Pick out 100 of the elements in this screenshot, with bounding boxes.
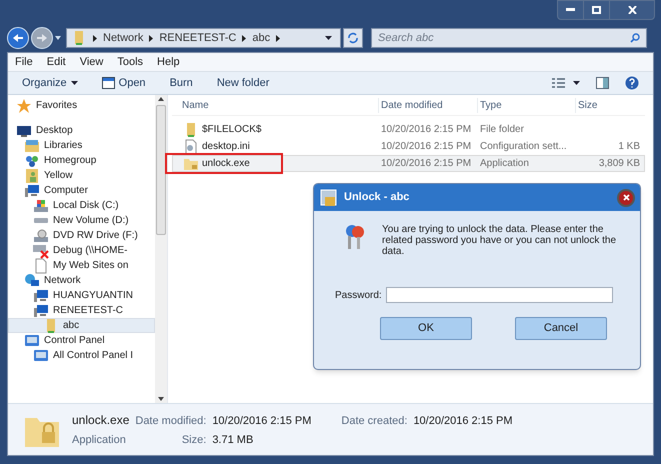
menu-item[interactable]: View bbox=[80, 54, 104, 70]
password-label: Password: bbox=[335, 288, 382, 302]
field-label: Size: bbox=[182, 433, 206, 448]
field-value: 10/20/2016 2:15 PM bbox=[212, 414, 312, 428]
nav-item[interactable]: Yellow bbox=[8, 168, 155, 183]
toolbar-button[interactable]: Organize bbox=[22, 74, 78, 92]
nav-item[interactable]: HUANGYUANTIN bbox=[8, 288, 155, 303]
address-bar[interactable]: Network RENEETEST-C abc bbox=[66, 28, 341, 48]
control-panel-icon bbox=[33, 348, 49, 364]
file-name: unlock.exe bbox=[72, 412, 130, 428]
field-value: 10/20/2016 2:15 PM bbox=[413, 414, 513, 428]
toolbar-button[interactable]: Burn bbox=[170, 74, 193, 92]
library-icon bbox=[24, 138, 40, 154]
preview-pane-button[interactable] bbox=[596, 77, 609, 89]
size-cell-text: 3,809 KB bbox=[598, 157, 640, 171]
chevron-icon bbox=[93, 34, 97, 42]
menu-item[interactable]: Help bbox=[157, 54, 180, 70]
nav-item[interactable]: All Control Panel I bbox=[8, 348, 155, 363]
window-icon bbox=[102, 77, 115, 89]
list-view-icon bbox=[552, 78, 565, 88]
chevron-icon bbox=[149, 34, 154, 42]
toolbar-button[interactable]: Open bbox=[102, 74, 146, 92]
refresh-icon bbox=[347, 32, 359, 44]
field-label: Date modified: bbox=[135, 414, 206, 428]
chevron-icon bbox=[276, 34, 280, 42]
file-name: desktop.ini bbox=[202, 140, 250, 154]
file-row[interactable]: desktop.ini 10/20/2016 2:15 PM Configuration sett... 1 KB bbox=[172, 138, 645, 155]
caret-icon bbox=[70, 81, 78, 85]
drive-icon bbox=[33, 217, 49, 224]
nav-item[interactable]: Debug (\\HOME- bbox=[8, 243, 155, 258]
file-row[interactable]: $FILELOCK$ 10/20/2016 2:15 PM File folder bbox=[172, 121, 645, 138]
help-button[interactable] bbox=[625, 76, 639, 90]
column-header[interactable]: Date modified bbox=[378, 98, 477, 112]
disk-icon bbox=[33, 198, 49, 214]
user-folder-icon bbox=[24, 168, 40, 184]
nav-item[interactable]: New Volume (D:) bbox=[8, 213, 155, 228]
caret-icon bbox=[573, 81, 580, 85]
search-icon bbox=[630, 33, 640, 43]
menu-item[interactable]: File bbox=[15, 54, 33, 70]
network-icon bbox=[24, 272, 40, 288]
dialog-title: Unlock - abc bbox=[344, 190, 410, 206]
dvd-drive-icon bbox=[33, 228, 49, 244]
nav-item[interactable]: Desktop bbox=[8, 123, 155, 138]
maximize-icon bbox=[592, 6, 601, 14]
close-button[interactable] bbox=[617, 188, 635, 206]
nav-item[interactable]: Network bbox=[8, 273, 155, 288]
breadcrumb[interactable]: abc bbox=[252, 30, 270, 46]
dropdown-icon bbox=[325, 36, 332, 40]
dialog-button[interactable]: OK bbox=[380, 317, 472, 340]
password-field[interactable] bbox=[386, 287, 613, 303]
nav-item[interactable]: Local Disk (C:) bbox=[8, 198, 155, 213]
close-icon bbox=[622, 194, 630, 201]
dialog-button[interactable]: Cancel bbox=[515, 317, 607, 340]
padlock-folder-icon bbox=[319, 188, 339, 208]
nav-item[interactable]: Computer bbox=[8, 183, 155, 198]
nav-item[interactable]: Favorites bbox=[8, 98, 155, 113]
nav-item[interactable]: DVD RW Drive (F:) bbox=[8, 228, 155, 243]
toolbar-button[interactable]: New folder bbox=[216, 74, 270, 92]
help-icon bbox=[625, 76, 639, 90]
refresh-button[interactable] bbox=[343, 28, 363, 48]
nav-item[interactable]: My Web Sites on bbox=[8, 258, 155, 273]
breadcrumb[interactable]: RENEETEST-C bbox=[159, 30, 236, 46]
scrollbar[interactable] bbox=[155, 95, 167, 403]
back-button[interactable] bbox=[7, 27, 29, 49]
star-icon bbox=[16, 98, 32, 114]
column-header[interactable]: Size bbox=[575, 98, 645, 112]
dialog-message: You are trying to unlock the data. Please enter the related password you have or you can not unlock the data. bbox=[382, 224, 618, 257]
page-icon bbox=[33, 258, 49, 274]
field-value: 3.71 MB bbox=[212, 433, 254, 448]
menu-item[interactable]: Tools bbox=[117, 54, 144, 70]
type-cell-text: Application bbox=[479, 157, 530, 171]
date-cell-text: 10/20/2016 2:15 PM bbox=[380, 123, 472, 137]
computer-icon bbox=[33, 302, 49, 318]
menu-item[interactable]: Edit bbox=[46, 54, 66, 70]
computer-icon bbox=[24, 182, 40, 198]
nav-item[interactable]: Homegroup bbox=[8, 153, 155, 168]
column-header[interactable]: Name bbox=[172, 98, 378, 112]
forward-button[interactable] bbox=[31, 27, 53, 49]
down-arrow-icon bbox=[158, 397, 164, 401]
column-header[interactable]: Type bbox=[477, 98, 575, 112]
size-cell-text: 1 KB bbox=[618, 140, 640, 154]
view-button[interactable] bbox=[552, 78, 580, 88]
date-cell-text: 10/20/2016 2:15 PM bbox=[380, 140, 472, 154]
scrollbar-thumb[interactable] bbox=[156, 105, 166, 235]
disconnected-drive-icon bbox=[33, 242, 49, 258]
nav-item[interactable]: Libraries bbox=[8, 138, 155, 153]
type-cell-text: Configuration sett... bbox=[479, 140, 568, 154]
file-name: $FILELOCK$ bbox=[202, 123, 262, 137]
nav-item[interactable]: RENEETEST-C bbox=[8, 303, 155, 318]
breadcrumb[interactable]: Network bbox=[103, 30, 144, 46]
type-cell-text: File folder bbox=[479, 123, 525, 137]
nav-item[interactable]: abc bbox=[8, 318, 155, 333]
nav-item[interactable]: Control Panel bbox=[8, 333, 155, 348]
keys-icon bbox=[344, 224, 366, 250]
minimize-icon bbox=[566, 8, 575, 12]
right-arrow-icon bbox=[36, 33, 48, 43]
date-cell-text: 10/20/2016 2:15 PM bbox=[380, 157, 472, 171]
caret-icon bbox=[55, 36, 61, 40]
computer-icon bbox=[33, 288, 49, 304]
up-arrow-icon bbox=[158, 97, 164, 101]
